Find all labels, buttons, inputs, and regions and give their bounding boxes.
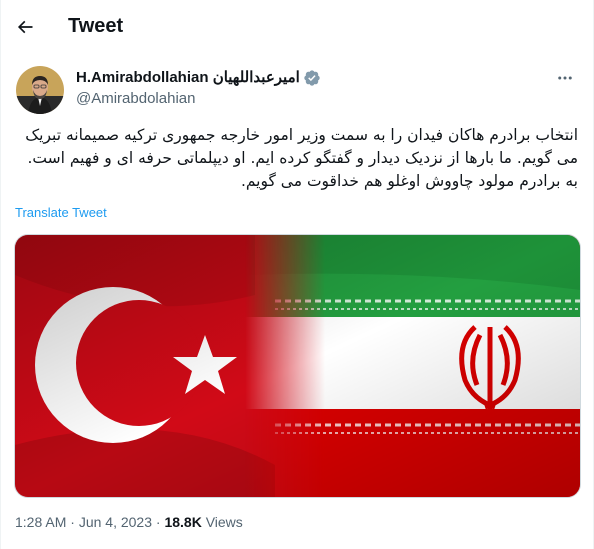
more-options-button[interactable] <box>552 68 578 88</box>
flags-image <box>15 235 580 497</box>
views-label: Views <box>205 514 243 530</box>
tweet-date[interactable]: Jun 4, 2023 <box>79 514 152 530</box>
left-border <box>0 0 1 549</box>
views-count: 18.8K <box>164 514 202 530</box>
avatar[interactable] <box>16 66 64 114</box>
tweet-metadata: 1:28 AM · Jun 4, 2023 · 18.8K Views <box>15 514 243 530</box>
display-name[interactable]: H.Amirabdollahian امیرعبداللهیان <box>76 68 300 88</box>
display-name-row[interactable]: H.Amirabdollahian امیرعبداللهیان <box>76 68 321 88</box>
page-title: Tweet <box>68 15 124 37</box>
tweet-author: H.Amirabdollahian امیرعبداللهیان @Amirab… <box>16 66 578 114</box>
tweet-text: انتخاب برادرم هاکان فیدان را به سمت وزیر… <box>25 126 578 190</box>
translate-tweet-link[interactable]: Translate Tweet <box>15 205 107 220</box>
more-dots-icon <box>558 76 572 80</box>
tweet-image[interactable] <box>14 234 581 498</box>
arrow-left-icon <box>17 20 33 33</box>
user-handle[interactable]: @Amirabdolahian <box>76 89 321 109</box>
top-header: Tweet <box>0 0 594 53</box>
separator-dot: · <box>70 514 79 530</box>
verified-badge-icon <box>304 70 320 86</box>
tweet-time[interactable]: 1:28 AM <box>15 514 66 530</box>
back-button[interactable] <box>10 12 40 42</box>
